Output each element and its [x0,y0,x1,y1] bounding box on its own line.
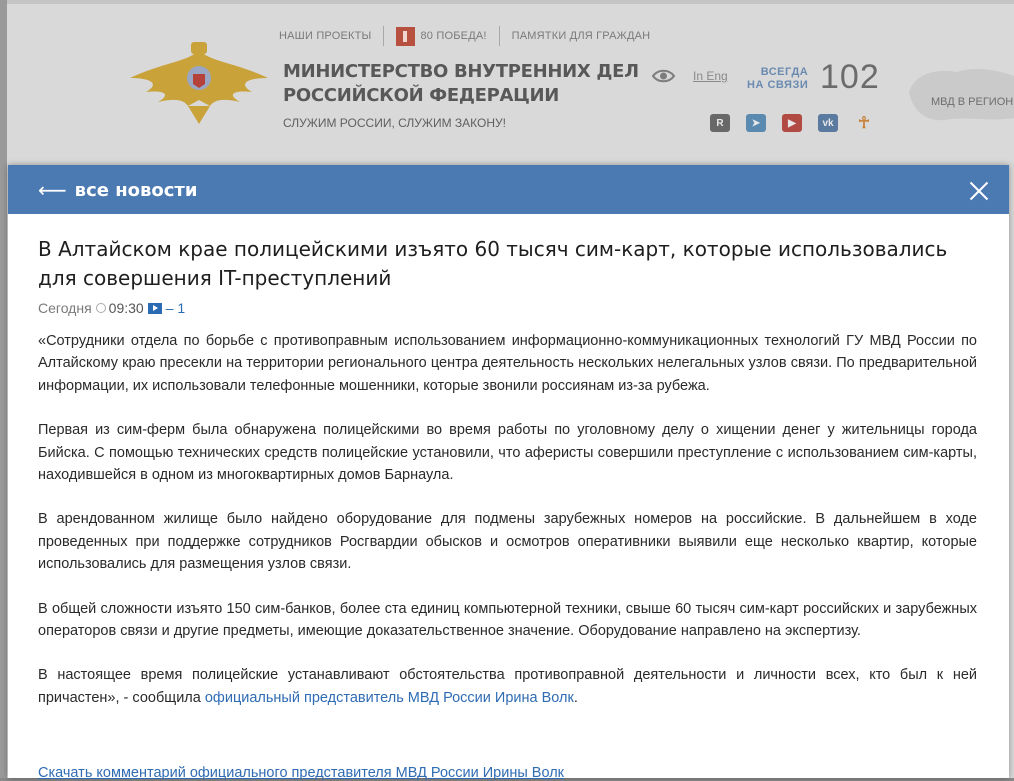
modal-header-bar: ⟵ все новости [8,165,1009,214]
ministry-title-line1: МИНИСТЕРСТВО ВНУТРЕННИХ ДЕЛ [283,61,639,82]
all-news-back-link[interactable]: ⟵ все новости [38,178,197,202]
news-meta: Сегодня 09:30 – 1 [38,300,185,316]
news-date: Сегодня [38,300,92,316]
top-nav: НАШИ ПРОЕКТЫ 80 ПОБЕДА! ПАМЯТКИ ДЛЯ ГРАЖ… [279,26,650,46]
news-paragraph-last: В настоящее время полицейские устанавлив… [38,664,977,709]
always-line1: ВСЕГДА [760,66,809,78]
region-link[interactable]: МВД В РЕГИОН [931,96,1013,108]
hotline-number[interactable]: 102 [820,58,880,97]
spokesperson-link[interactable]: официальный представитель МВД России Ири… [205,690,574,706]
news-paragraph: Первая из сим-ферм была обнаружена полиц… [38,422,977,484]
ministry-emblem-icon[interactable] [128,40,270,124]
nav-our-projects[interactable]: НАШИ ПРОЕКТЫ [279,30,371,42]
video-icon[interactable] [147,302,162,314]
last-paragraph-end: . [573,689,578,706]
telegram-icon[interactable]: ➤ [746,114,766,132]
left-edge [0,0,7,778]
eye-icon[interactable] [652,67,675,85]
clock-icon [95,303,106,313]
nav-divider [383,26,385,46]
youtube-icon[interactable]: ▶ [782,114,802,132]
nav-memos[interactable]: ПАМЯТКИ ДЛЯ ГРАЖДАН [512,30,651,42]
ministry-title[interactable]: МИНИСТЕРСТВО ВНУТРЕННИХ ДЕЛ РОССИЙСКОЙ Ф… [283,60,639,108]
english-version-link[interactable]: In Eng [693,69,728,83]
back-arrow-icon: ⟵ [38,178,67,202]
news-headline: В Алтайском крае полицейскими изъято 60 … [38,237,948,290]
news-modal: ⟵ все новости В Алтайском крае полицейск… [8,165,1009,781]
news-body: «Сотрудники отдела по борьбе с противопр… [38,330,977,731]
rutube-icon[interactable]: R [710,114,730,132]
nav-victory-80[interactable]: 80 ПОБЕДА! [420,30,486,42]
always-connected-label: ВСЕГДА НА СВЯЗИ [747,66,808,92]
close-icon[interactable] [968,180,990,202]
vk-icon[interactable]: vk [818,114,838,132]
slogan: СЛУЖИМ РОССИИ, СЛУЖИМ ЗАКОНУ! [283,116,506,130]
odnoklassniki-icon[interactable]: ☥ [854,114,874,132]
social-links: R ➤ ▶ vk ☥ [710,114,874,132]
nav-divider [498,26,500,46]
victory-icon [396,26,416,46]
always-line2: НА СВЯЗИ [747,79,809,91]
all-news-label: все новости [74,179,198,201]
video-count[interactable]: – 1 [166,300,185,316]
news-paragraph: В арендованном жилище было найдено обору… [38,511,977,573]
news-paragraph: «Сотрудники отдела по борьбе с противопр… [38,333,977,394]
top-divider [0,0,1014,4]
news-time: 09:30 [108,300,144,316]
news-paragraph: В общей сложности изъято 150 сим-банков,… [38,600,977,640]
download-comment-link[interactable]: Скачать комментарий официального предста… [38,765,564,781]
russia-map-icon[interactable] [905,62,1014,122]
ministry-title-line2: РОССИЙСКОЙ ФЕДЕРАЦИИ [283,85,560,106]
